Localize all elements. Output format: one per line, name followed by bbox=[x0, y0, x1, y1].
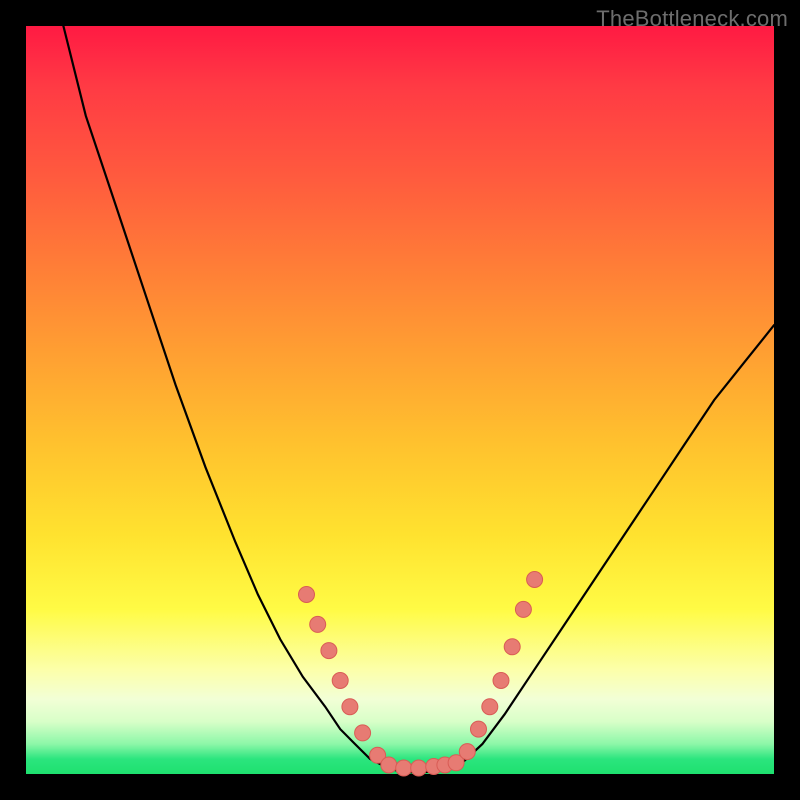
curve-marker bbox=[527, 572, 543, 588]
curve-marker bbox=[493, 673, 509, 689]
curve-marker bbox=[355, 725, 371, 741]
curve-markers bbox=[299, 572, 543, 777]
curve-marker bbox=[471, 721, 487, 737]
curve-marker bbox=[381, 757, 397, 773]
curve-marker bbox=[482, 699, 498, 715]
curve-marker bbox=[299, 587, 315, 603]
curve-marker bbox=[310, 616, 326, 632]
curve-marker bbox=[332, 673, 348, 689]
curve-marker bbox=[342, 699, 358, 715]
curve-svg bbox=[26, 26, 774, 774]
curve-marker bbox=[321, 643, 337, 659]
curve-marker bbox=[396, 760, 412, 776]
curve-marker bbox=[515, 601, 531, 617]
curve-marker bbox=[411, 760, 427, 776]
bottleneck-curve bbox=[63, 26, 774, 773]
chart-frame: TheBottleneck.com bbox=[0, 0, 800, 800]
curve-marker bbox=[504, 639, 520, 655]
curve-marker bbox=[459, 744, 475, 760]
plot-area bbox=[26, 26, 774, 774]
watermark-text: TheBottleneck.com bbox=[596, 6, 788, 32]
